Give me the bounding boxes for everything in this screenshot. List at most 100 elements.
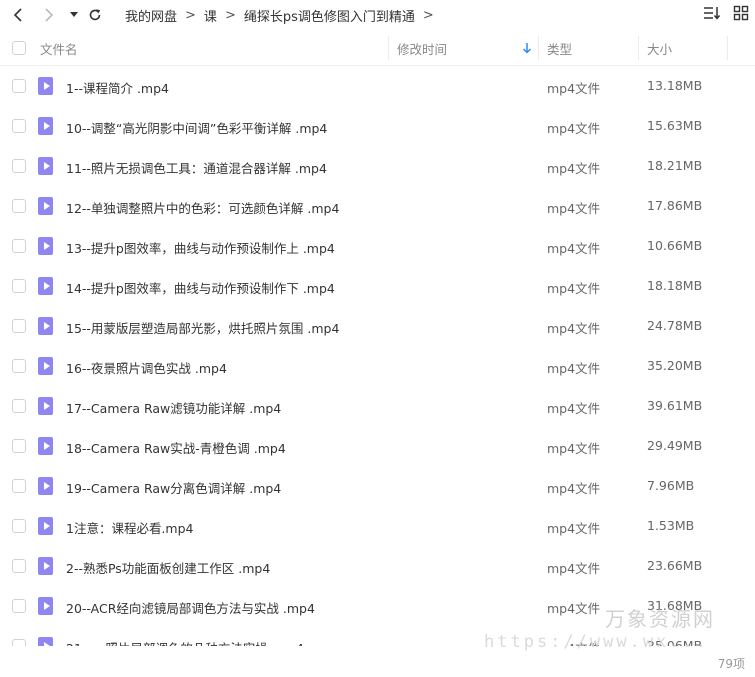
file-row[interactable]: 12--单独调整照片中的色彩：可选颜色详解 .mp4 mp4文件 17.86MB xyxy=(0,186,755,226)
breadcrumb-item-current-folder[interactable]: 绳探长ps调色修图入门到精通 xyxy=(244,6,415,25)
file-row[interactable]: 18--Camera Raw实战-青橙色调 .mp4 mp4文件 29.49MB xyxy=(0,426,755,466)
file-size: 35.20MB xyxy=(647,358,703,373)
row-checkbox[interactable] xyxy=(12,279,26,293)
file-name[interactable]: 10--调整“高光阴影中间调”色彩平衡详解 .mp4 xyxy=(66,118,327,137)
file-name[interactable]: 15--用蒙版层塑造局部光影，烘托照片氛围 .mp4 xyxy=(66,318,339,337)
breadcrumb-separator: > xyxy=(422,8,434,23)
file-type: mp4文件 xyxy=(547,561,601,576)
file-row[interactable]: 1注意：课程必看.mp4 mp4文件 1.53MB xyxy=(0,506,755,546)
video-file-icon xyxy=(38,397,53,415)
file-name[interactable]: 17--Camera Raw滤镜功能详解 .mp4 xyxy=(66,398,281,417)
row-checkbox[interactable] xyxy=(12,239,26,253)
file-type: mp4文件 xyxy=(547,481,601,496)
file-type: mp4文件 xyxy=(547,361,601,376)
video-file-icon xyxy=(38,517,53,535)
grid-view-button[interactable] xyxy=(733,5,749,24)
file-type: mp4文件 xyxy=(547,201,601,216)
top-navigation-bar: 我的网盘 > 课 > 绳探长ps调色修图入门到精通 > xyxy=(0,0,755,30)
breadcrumb-separator: > xyxy=(185,8,196,23)
column-header-name[interactable]: 文件名 xyxy=(40,30,78,66)
file-size: 23.66MB xyxy=(647,558,703,573)
file-manager-window: 我的网盘 > 课 > 绳探长ps调色修图入门到精通 > 文件名 修改时间 类型 … xyxy=(0,0,755,677)
grid-view-icon xyxy=(733,5,749,21)
column-divider[interactable] xyxy=(727,36,728,60)
file-name[interactable]: 16--夜景照片调色实战 .mp4 xyxy=(66,358,227,377)
file-name[interactable]: 1--课程简介 .mp4 xyxy=(66,78,169,97)
breadcrumb-separator: > xyxy=(224,8,236,23)
video-file-icon xyxy=(38,117,53,135)
file-row[interactable]: 13--提升p图效率，曲线与动作预设制作上 .mp4 mp4文件 10.66MB xyxy=(0,226,755,266)
breadcrumb-item-my-drive[interactable]: 我的网盘 xyxy=(125,6,177,25)
select-all-checkbox[interactable] xyxy=(12,30,26,66)
row-checkbox[interactable] xyxy=(12,119,26,133)
video-file-icon xyxy=(38,317,53,335)
file-row[interactable]: 11--照片无损调色工具：通道混合器详解 .mp4 mp4文件 18.21MB xyxy=(0,146,755,186)
video-file-icon xyxy=(38,557,53,575)
file-name[interactable]: 1注意：课程必看.mp4 xyxy=(66,518,194,537)
file-row[interactable]: 14--提升p图效率，曲线与动作预设制作下 .mp4 mp4文件 18.18MB xyxy=(0,266,755,306)
file-size: 13.18MB xyxy=(647,78,703,93)
file-type: mp4文件 xyxy=(547,401,601,416)
row-checkbox[interactable] xyxy=(12,599,26,613)
file-list: 1--课程简介 .mp4 mp4文件 13.18MB 10--调整“高光阴影中间调”色… xyxy=(0,66,755,666)
file-size: 1.53MB xyxy=(647,518,695,533)
video-file-icon xyxy=(38,77,53,95)
history-dropdown-button[interactable] xyxy=(63,4,85,26)
chevron-right-icon xyxy=(45,8,54,22)
row-checkbox[interactable] xyxy=(12,519,26,533)
file-row[interactable]: 15--用蒙版层塑造局部光影，烘托照片氛围 .mp4 mp4文件 24.78MB xyxy=(0,306,755,346)
file-name[interactable]: 19--Camera Raw分离色调详解 .mp4 xyxy=(66,478,281,497)
sort-button[interactable] xyxy=(703,5,721,24)
caret-down-icon xyxy=(70,12,78,17)
file-name[interactable]: 13--提升p图效率，曲线与动作预设制作上 .mp4 xyxy=(66,238,335,257)
file-type: mp4文件 xyxy=(547,241,601,256)
file-row[interactable]: 19--Camera Raw分离色调详解 .mp4 mp4文件 7.96MB xyxy=(0,466,755,506)
file-type: mp4文件 xyxy=(547,81,601,96)
sort-icon xyxy=(704,7,721,20)
file-row[interactable]: 17--Camera Raw滤镜功能详解 .mp4 mp4文件 39.61MB xyxy=(0,386,755,426)
row-checkbox[interactable] xyxy=(12,79,26,93)
file-type: mp4文件 xyxy=(547,441,601,456)
checkbox[interactable] xyxy=(12,41,26,55)
column-divider[interactable] xyxy=(638,36,639,60)
row-checkbox[interactable] xyxy=(12,199,26,213)
row-checkbox[interactable] xyxy=(12,399,26,413)
row-checkbox[interactable] xyxy=(12,479,26,493)
file-size: 39.61MB xyxy=(647,398,703,413)
sort-direction-indicator[interactable] xyxy=(522,30,532,66)
row-checkbox[interactable] xyxy=(12,319,26,333)
column-divider[interactable] xyxy=(538,36,539,60)
forward-button[interactable] xyxy=(38,4,60,26)
file-row[interactable]: 1--课程简介 .mp4 mp4文件 13.18MB xyxy=(0,66,755,106)
file-name[interactable]: 20--ACR经向滤镜局部调色方法与实战 .mp4 xyxy=(66,598,315,617)
column-divider[interactable] xyxy=(388,36,389,60)
row-checkbox[interactable] xyxy=(12,359,26,373)
file-name[interactable]: 2--熟悉Ps功能面板创建工作区 .mp4 xyxy=(66,558,270,577)
video-file-icon xyxy=(38,277,53,295)
breadcrumb-item-course[interactable]: 课 xyxy=(204,6,217,25)
file-name[interactable]: 18--Camera Raw实战-青橙色调 .mp4 xyxy=(66,438,286,457)
file-type: mp4文件 xyxy=(547,601,601,616)
file-row[interactable]: 2--熟悉Ps功能面板创建工作区 .mp4 mp4文件 23.66MB xyxy=(0,546,755,586)
file-size: 29.49MB xyxy=(647,438,703,453)
refresh-button[interactable] xyxy=(84,4,106,26)
file-type: mp4文件 xyxy=(547,161,601,176)
file-name[interactable]: 14--提升p图效率，曲线与动作预设制作下 .mp4 xyxy=(66,278,335,297)
arrow-down-icon xyxy=(522,43,532,54)
column-header-type[interactable]: 类型 xyxy=(547,30,572,66)
back-button[interactable] xyxy=(8,4,30,26)
row-checkbox[interactable] xyxy=(12,559,26,573)
file-name[interactable]: 12--单独调整照片中的色彩：可选颜色详解 .mp4 xyxy=(66,198,339,217)
column-header-modified[interactable]: 修改时间 xyxy=(397,30,447,66)
file-type: mp4文件 xyxy=(547,521,601,536)
file-row[interactable]: 16--夜景照片调色实战 .mp4 mp4文件 35.20MB xyxy=(0,346,755,386)
column-header-size[interactable]: 大小 xyxy=(647,30,672,66)
file-list-header: 文件名 修改时间 类型 大小 xyxy=(0,30,755,66)
file-row[interactable]: 10--调整“高光阴影中间调”色彩平衡详解 .mp4 mp4文件 15.63MB xyxy=(0,106,755,146)
file-size: 7.96MB xyxy=(647,478,695,493)
video-file-icon xyxy=(38,237,53,255)
row-checkbox[interactable] xyxy=(12,159,26,173)
row-checkbox[interactable] xyxy=(12,439,26,453)
video-file-icon xyxy=(38,597,53,615)
file-name[interactable]: 11--照片无损调色工具：通道混合器详解 .mp4 xyxy=(66,158,327,177)
